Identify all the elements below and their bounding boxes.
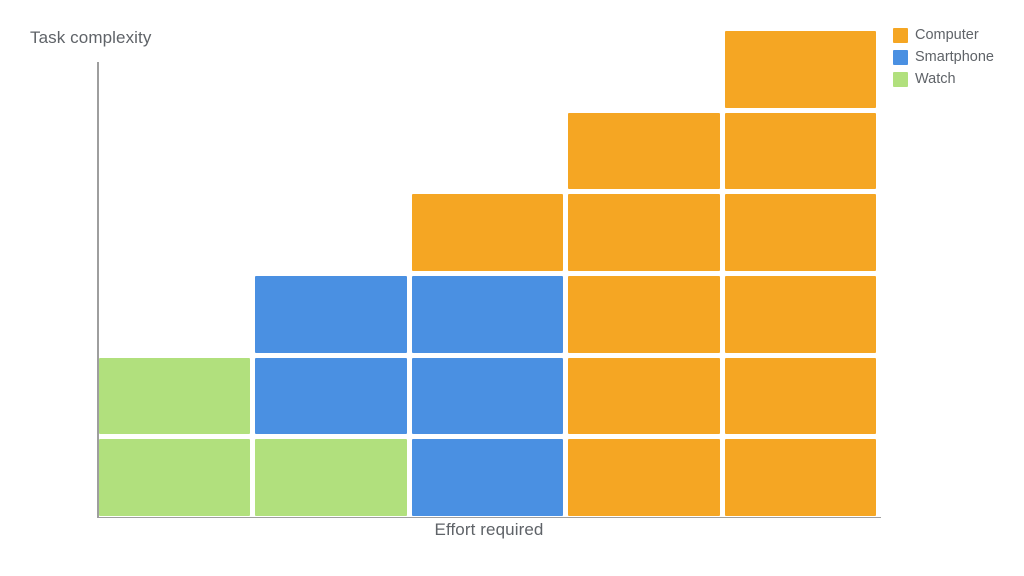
grid-cell-empty [412, 31, 563, 108]
legend-swatch-computer-icon [893, 28, 908, 43]
grid-cell-empty [99, 194, 250, 271]
grid-column-3 [411, 26, 564, 516]
legend-item-computer[interactable]: Computer [893, 26, 994, 45]
legend-swatch-watch-icon [893, 72, 908, 87]
grid-cell-computer[interactable] [568, 112, 720, 190]
grid-cell-empty [255, 113, 406, 190]
grid-cell-empty [255, 31, 406, 108]
grid-cell-computer[interactable] [724, 357, 876, 435]
grid-cell-watch[interactable] [255, 439, 407, 516]
legend-label: Computer [915, 27, 979, 44]
legend-label: Smartphone [915, 49, 994, 66]
grid-cell-computer[interactable] [724, 439, 876, 516]
legend-item-watch[interactable]: Watch [893, 70, 994, 89]
grid-cell-empty [99, 113, 250, 190]
grid-cell-computer[interactable] [568, 357, 720, 435]
grid-cell-empty [412, 113, 563, 190]
legend-swatch-smartphone-icon [893, 50, 908, 65]
grid-cell-smartphone[interactable] [411, 439, 564, 516]
chart-root: Task complexity Effort required Computer… [0, 0, 1024, 576]
grid-cell-empty [99, 276, 250, 353]
grid-cell-smartphone[interactable] [411, 276, 564, 353]
grid-cell-smartphone[interactable] [255, 276, 407, 353]
grid-cell-smartphone[interactable] [255, 357, 407, 435]
grid-cell-empty [99, 31, 250, 108]
grid-cell-computer[interactable] [411, 194, 564, 271]
grid-column-4 [568, 26, 720, 516]
grid-cell-empty [568, 31, 719, 108]
grid-cell-computer[interactable] [568, 439, 720, 516]
grid-column-2 [255, 26, 407, 516]
grid-cell-watch[interactable] [99, 357, 251, 435]
legend-label: Watch [915, 71, 956, 88]
grid-cell-computer[interactable] [724, 276, 876, 353]
grid-cell-computer[interactable] [568, 276, 720, 353]
grid-cell-computer[interactable] [724, 31, 876, 108]
grid-cell-computer[interactable] [724, 112, 876, 190]
grid-cell-empty [255, 194, 406, 271]
x-axis-title: Effort required [434, 520, 544, 539]
grid-column-1 [99, 26, 251, 516]
grid-cell-smartphone[interactable] [411, 357, 564, 435]
grid-cell-computer[interactable] [568, 194, 720, 271]
chart-legend: Computer Smartphone Watch [893, 26, 994, 89]
plot-area [99, 26, 881, 516]
grid-column-5 [724, 26, 876, 516]
x-axis-line [97, 516, 881, 518]
grid-cell-computer[interactable] [724, 194, 876, 271]
grid-cell-watch[interactable] [99, 439, 251, 516]
legend-item-smartphone[interactable]: Smartphone [893, 48, 994, 67]
